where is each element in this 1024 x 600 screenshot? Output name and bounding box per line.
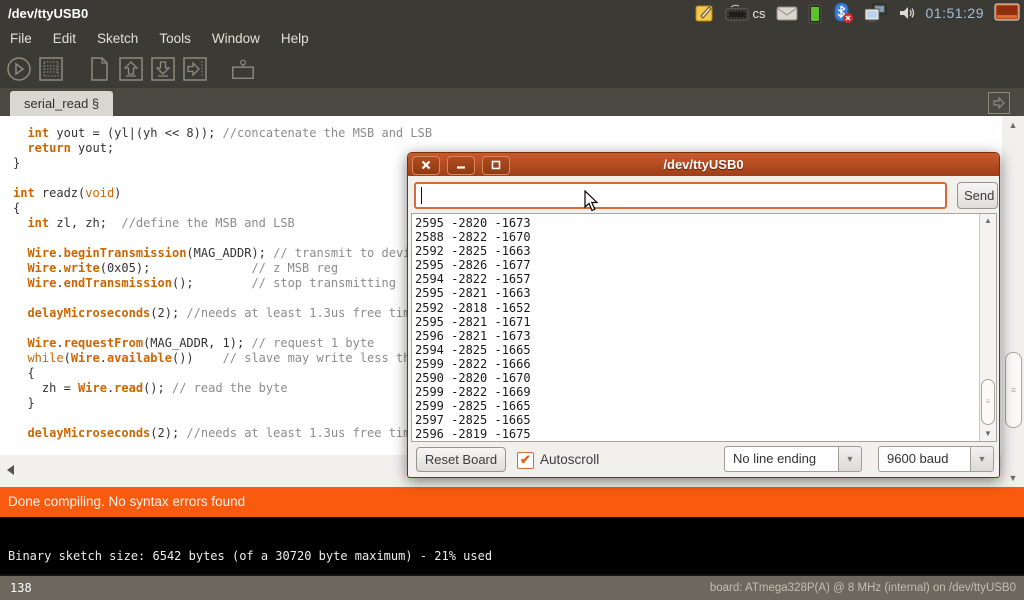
bluetooth-off-icon[interactable]	[832, 2, 854, 24]
serial-row: 2599 -2822 -1666	[415, 357, 531, 371]
board-info: board: ATmega328P(A) @ 8 MHz (internal) …	[710, 582, 1016, 594]
build-console: Binary sketch size: 6542 bytes (of a 307…	[0, 517, 1024, 574]
serial-row: 2595 -2826 -1677	[415, 258, 531, 272]
chevron-down-icon[interactable]: ▼	[970, 446, 994, 472]
serial-row: 2592 -2825 -1663	[415, 244, 531, 258]
stop-button[interactable]	[38, 56, 64, 82]
line-ending-value: No line ending	[724, 446, 838, 472]
serial-row: 2596 -2819 -1675	[415, 427, 531, 441]
text-caret	[421, 187, 422, 204]
serial-scrollbar-thumb[interactable]: ≡	[981, 379, 995, 425]
tab-serial-read[interactable]: serial_read §	[10, 91, 113, 116]
code-line: int yout = (yl|(yh << 8)); //concatenate…	[13, 126, 1002, 141]
verify-button[interactable]	[6, 56, 32, 82]
serial-row: 2590 -2820 -1670	[415, 371, 531, 385]
compile-status-bar: Done compiling. No syntax errors found	[0, 487, 1024, 517]
desktop-top-panel: /dev/ttyUSB0 cs 01:51:29	[0, 0, 1024, 26]
menu-file[interactable]: File	[10, 31, 32, 46]
ide-footer: 138 board: ATmega328P(A) @ 8 MHz (intern…	[0, 574, 1024, 600]
serial-scrollbar[interactable]: ▲ ≡ ▼	[979, 214, 996, 441]
serial-row: 2595 -2820 -1673	[415, 216, 531, 230]
note-icon[interactable]	[695, 3, 715, 23]
volume-icon[interactable]	[898, 4, 916, 22]
serial-monitor-title: /dev/ttyUSB0	[408, 153, 999, 176]
serial-rows: 2595 -2820 -16732588 -2822 -16702592 -28…	[415, 216, 531, 442]
menu-edit[interactable]: Edit	[53, 31, 76, 46]
editor-scrollbar-thumb[interactable]: ≡	[1005, 352, 1022, 428]
serial-row: 2594 -2822 -1657	[415, 272, 531, 286]
scroll-down-icon[interactable]: ▼	[1002, 471, 1024, 485]
autoscroll-label: Autoscroll	[540, 452, 599, 467]
menu-tools[interactable]: Tools	[159, 31, 191, 46]
system-tray: cs 01:51:29	[695, 2, 1024, 24]
menu-help[interactable]: Help	[281, 31, 309, 46]
serial-row: 2588 -2822 -1670	[415, 230, 531, 244]
baud-rate-select[interactable]: 9600 baud ▼	[878, 446, 994, 472]
scroll-up-icon[interactable]: ▲	[980, 215, 996, 227]
serial-row: 2592 -2818 -1652	[415, 301, 531, 315]
send-button[interactable]: Send	[957, 182, 998, 209]
serial-output-area[interactable]: 2595 -2820 -16732588 -2822 -16702592 -28…	[411, 213, 997, 442]
scroll-up-icon[interactable]: ▲	[1002, 118, 1024, 132]
screen: /dev/ttyUSB0 cs 01:51:29 File Edit Sketc…	[0, 0, 1024, 600]
scroll-left-icon[interactable]	[7, 465, 14, 475]
battery-icon[interactable]	[808, 3, 822, 24]
ide-toolbar	[0, 50, 1024, 88]
power-display-icon[interactable]	[994, 3, 1020, 23]
serial-monitor-window: /dev/ttyUSB0 Send 2595 -2820 -16732588 -…	[407, 152, 1000, 478]
console-output: Binary sketch size: 6542 bytes (of a 307…	[8, 549, 492, 563]
menu-sketch[interactable]: Sketch	[97, 31, 138, 46]
window-title: /dev/ttyUSB0	[0, 6, 88, 21]
serial-row: 2597 -2825 -1665	[415, 413, 531, 427]
reset-board-button[interactable]: Reset Board	[416, 447, 506, 472]
serial-row: 2599 -2825 -1665	[415, 399, 531, 413]
mail-icon[interactable]	[776, 6, 798, 21]
save-sketch-button[interactable]	[150, 56, 176, 82]
keyboard-layout-label[interactable]: cs	[753, 6, 766, 21]
network-icon[interactable]	[864, 3, 888, 23]
scroll-down-icon[interactable]: ▼	[980, 428, 996, 440]
line-ending-select[interactable]: No line ending ▼	[724, 446, 862, 472]
chevron-down-icon[interactable]: ▼	[838, 446, 862, 472]
menu-window[interactable]: Window	[212, 31, 260, 46]
keyboard-layout-icon[interactable]	[725, 4, 749, 22]
serial-row: 2595 -2821 -1663	[415, 286, 531, 300]
upload-button[interactable]	[182, 56, 208, 82]
line-number: 138	[10, 581, 32, 595]
serial-row: 2595 -2821 -1671	[415, 315, 531, 329]
mouse-cursor	[584, 190, 599, 217]
menubar: File Edit Sketch Tools Window Help	[0, 26, 1024, 50]
open-sketch-button[interactable]	[118, 56, 144, 82]
serial-input[interactable]	[414, 182, 947, 209]
serial-monitor-button[interactable]	[230, 56, 256, 82]
editor-vertical-scrollbar[interactable]: ▲ ≡ ▼	[1002, 116, 1024, 487]
baud-rate-value: 9600 baud	[878, 446, 970, 472]
new-sketch-button[interactable]	[86, 56, 112, 82]
serial-row: 2599 -2822 -1669	[415, 385, 531, 399]
autoscroll-checkbox[interactable]: ✔	[517, 452, 534, 469]
tab-menu-icon[interactable]	[988, 92, 1010, 114]
serial-row: 2596 -2821 -1673	[415, 329, 531, 343]
tab-bar: serial_read §	[0, 88, 1024, 116]
serial-monitor-titlebar[interactable]: /dev/ttyUSB0	[408, 153, 999, 176]
serial-row: 2594 -2825 -1665	[415, 343, 531, 357]
clock[interactable]: 01:51:29	[926, 5, 985, 21]
